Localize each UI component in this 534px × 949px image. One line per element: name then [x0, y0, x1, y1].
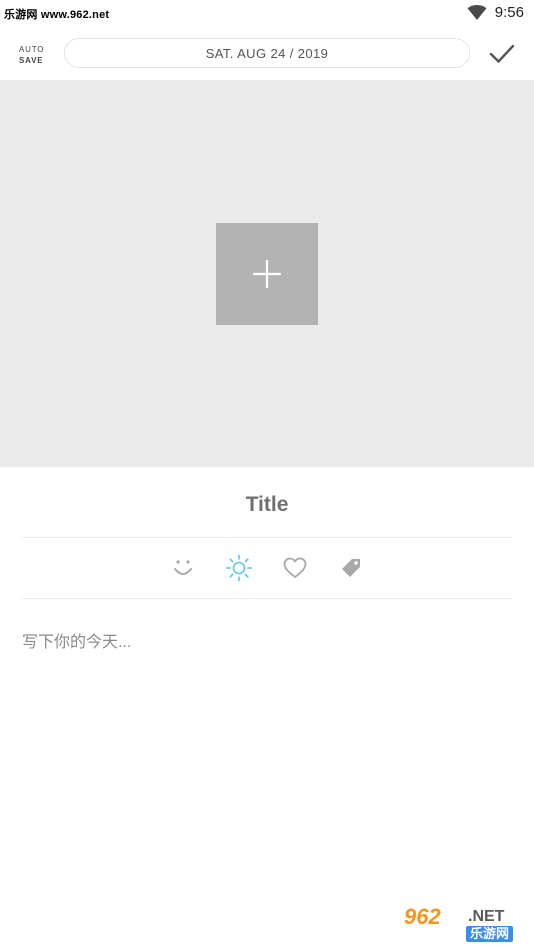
title-row: Title	[22, 467, 512, 538]
heart-icon	[283, 557, 307, 578]
mood-icon	[174, 560, 192, 575]
date-selector[interactable]: SAT. AUG 24 / 2019	[64, 38, 470, 68]
watermark-logo: 962 .NET 乐游网	[396, 904, 528, 944]
attribute-toolbar	[22, 538, 512, 599]
weather-sun-icon	[225, 554, 253, 582]
logo-suffix: .NET	[468, 908, 505, 925]
autosave-indicator[interactable]: AUTO SAVE	[19, 44, 49, 66]
autosave-label-line1: AUTO	[19, 45, 45, 54]
logo-brand: 962	[404, 904, 441, 929]
tag-icon	[342, 559, 360, 577]
autosave-label-line2: SAVE	[19, 56, 44, 65]
plus-icon	[252, 259, 282, 289]
weather-button[interactable]	[225, 554, 253, 582]
add-photo-button[interactable]	[216, 223, 318, 325]
entry-body-input[interactable]: 写下你的今天...	[22, 628, 512, 888]
checkmark-icon	[489, 44, 515, 63]
confirm-button[interactable]	[486, 38, 518, 70]
status-indicators: 9:56	[467, 4, 524, 21]
diary-editor-screen: 乐游网 www.962.net 9:56 AUTO SAVE SAT. AUG …	[0, 0, 534, 949]
clock: 9:56	[494, 4, 524, 21]
top-toolbar: AUTO SAVE SAT. AUG 24 / 2019	[0, 28, 534, 80]
wifi-icon	[467, 4, 487, 20]
entry-title-input[interactable]: Title	[246, 487, 289, 517]
watermark-text: 乐游网 www.962.net	[4, 9, 110, 21]
logo-cn: 乐游网	[466, 926, 514, 942]
favorite-button[interactable]	[281, 554, 309, 582]
tag-button[interactable]	[337, 554, 365, 582]
mood-button[interactable]	[169, 554, 197, 582]
status-bar: 乐游网 www.962.net 9:56	[0, 0, 534, 28]
photo-area[interactable]	[0, 80, 534, 467]
